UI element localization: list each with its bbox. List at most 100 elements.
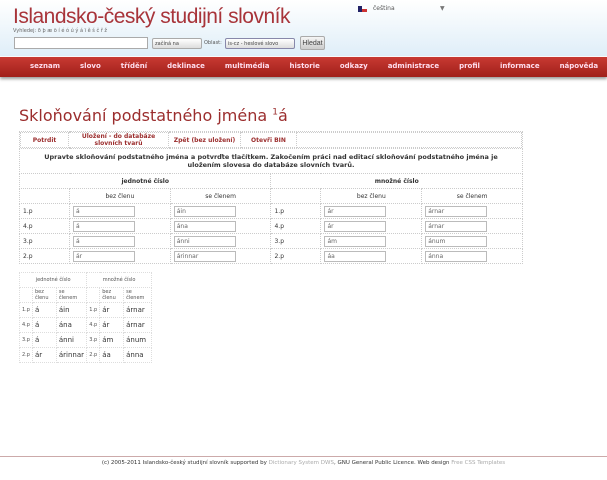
subhead: se členem: [123, 287, 152, 303]
page-title: Skloňování podstatného jména 1á: [19, 106, 288, 125]
case-label: 2.p: [86, 347, 101, 363]
case-label: 4.p: [19, 317, 33, 333]
footer: (c) 2005-2011 Islandsko-český studijní s…: [0, 456, 607, 466]
nav-item[interactable]: seznam: [30, 57, 60, 77]
footer-text: (c) 2005-2011 Islandsko-český studijní s…: [101, 460, 267, 466]
case-label: 4.p: [19, 218, 70, 234]
group-plural: množné číslo: [270, 173, 523, 189]
case-label: 1.p: [270, 203, 322, 219]
main-nav: seznam slovo třídění deklinace multimédia his…: [0, 57, 607, 77]
nav-item[interactable]: deklinace: [167, 57, 205, 77]
action-button[interactable]: Zpět (bez uložení): [168, 132, 241, 148]
form-value: á: [31, 317, 57, 333]
table-row: 1.p á áin 1.p ár árnar: [19, 203, 523, 219]
footer-text: , GNU General Public Licence. Web design: [333, 460, 450, 466]
form-input-pl[interactable]: ár: [324, 205, 387, 217]
action-button[interactable]: Potrdit: [20, 132, 69, 148]
nav-item[interactable]: profil: [459, 57, 480, 77]
table-row: 3.p á ánni 3.p ám ánum: [19, 233, 523, 249]
action-button[interactable]: Uložení - do databáze slovních tvarů: [68, 132, 169, 148]
spacer: [296, 132, 522, 148]
chars-label: Vyhledej:: [13, 28, 37, 34]
form-input-pl[interactable]: ár: [324, 220, 387, 232]
nav-item[interactable]: třídění: [121, 57, 147, 77]
form-value: ám: [99, 332, 125, 348]
nav-item[interactable]: informace: [500, 57, 540, 77]
nav-item[interactable]: historie: [290, 57, 320, 77]
form-value: ár: [31, 347, 57, 363]
blank: [19, 188, 70, 204]
form-input-sga[interactable]: áin: [173, 205, 236, 217]
instruction: Upravte skloňování podstatného jména a p…: [19, 148, 523, 174]
case-label: 2.p: [270, 248, 322, 264]
form-input-pla[interactable]: ánum: [425, 235, 488, 247]
case-label: 1.p: [19, 302, 33, 318]
case-label: 4.p: [270, 218, 322, 234]
subhead: se členem: [55, 287, 88, 303]
form-value: áin: [55, 302, 88, 318]
form-input-pla[interactable]: árnar: [425, 205, 488, 217]
area-label: Oblast:: [204, 40, 222, 46]
subhead: se členem: [421, 188, 523, 204]
form-value: ár: [99, 317, 125, 333]
form-input-sg[interactable]: á: [73, 205, 135, 217]
form-input-sga[interactable]: árinnar: [173, 250, 236, 262]
header: Islandsko-český studijní slovník Vyhlede…: [0, 0, 607, 56]
subhead: se členem: [169, 188, 272, 204]
match-mode-select[interactable]: začíná na: [152, 38, 202, 49]
nav-item[interactable]: multimédia: [225, 57, 270, 77]
form-value: ánna: [123, 347, 152, 363]
subhead: bez členu: [320, 188, 423, 204]
blank: [270, 188, 322, 204]
nav-item[interactable]: administrace: [388, 57, 439, 77]
dws-link[interactable]: Dictionary System DWS: [269, 460, 334, 466]
case-label: 2.p: [19, 248, 70, 264]
case-label: 1.p: [86, 302, 101, 318]
form-value: árnar: [123, 302, 152, 318]
form-input-sg[interactable]: á: [73, 235, 135, 247]
nav-item[interactable]: nápověda: [560, 57, 599, 77]
form-input-sg[interactable]: ár: [73, 250, 135, 262]
case-label: 2.p: [19, 347, 33, 363]
chevron-down-icon: ▼: [440, 5, 445, 12]
declension-form: Potrdit Uložení - do databáze slovních tv…: [18, 131, 523, 264]
form-input-pl[interactable]: áa: [324, 250, 387, 262]
subhead: bez členu: [69, 188, 171, 204]
case-label: 3.p: [19, 233, 70, 249]
form-value: á: [31, 302, 57, 318]
subhead: bez členu: [99, 287, 125, 303]
case-label: 3.p: [19, 332, 33, 348]
form-input-sg[interactable]: á: [73, 220, 135, 232]
case-label: 3.p: [86, 332, 101, 348]
search-button[interactable]: Hledat: [300, 36, 325, 50]
area-select[interactable]: is-cz - heslové slovo: [225, 38, 295, 49]
form-value: ána: [55, 317, 88, 333]
table-row: 4.p á ána 4.p ár árnar: [19, 317, 152, 333]
form-input-pla[interactable]: árnar: [425, 220, 488, 232]
czech-flag-icon: [358, 5, 367, 12]
form-input-sga[interactable]: ána: [173, 220, 236, 232]
table-row: 1.p á áin 1.p ár árnar: [19, 302, 152, 318]
action-button[interactable]: Otevři BIN: [240, 132, 297, 148]
form-input-pla[interactable]: ánna: [425, 250, 488, 262]
nav-item[interactable]: slovo: [80, 57, 101, 77]
css-templates-link[interactable]: Free CSS Templates: [451, 460, 505, 466]
table-row: 3.p á ánni 3.p ám ánum: [19, 332, 152, 348]
subhead: bez členu: [31, 287, 57, 303]
search-input[interactable]: [14, 37, 148, 49]
language-select[interactable]: čeština ▼: [358, 5, 448, 12]
headword: á: [277, 106, 288, 125]
group-singular: jednotné číslo: [18, 272, 88, 288]
site-title[interactable]: Islandsko-český studijní slovník: [13, 5, 290, 29]
special-chars: Vyhledej: ð þ æ ö í é ó ú ý á ï ě š č ř …: [13, 28, 107, 34]
form-value: árinnar: [55, 347, 88, 363]
form-value: á: [31, 332, 57, 348]
nav-item[interactable]: odkazy: [340, 57, 368, 77]
form-input-pl[interactable]: ám: [324, 235, 387, 247]
form-input-sga[interactable]: ánni: [173, 235, 236, 247]
form-value: ánni: [55, 332, 88, 348]
title-text: Skloňování podstatného jména: [19, 106, 268, 125]
group-plural: množné číslo: [86, 272, 152, 288]
char-buttons[interactable]: ð þ æ ö í é ó ú ý á ï ě š č ř ž: [38, 28, 107, 34]
table-row: 2.p ár árinnar 2.p áa ánna: [19, 248, 523, 264]
